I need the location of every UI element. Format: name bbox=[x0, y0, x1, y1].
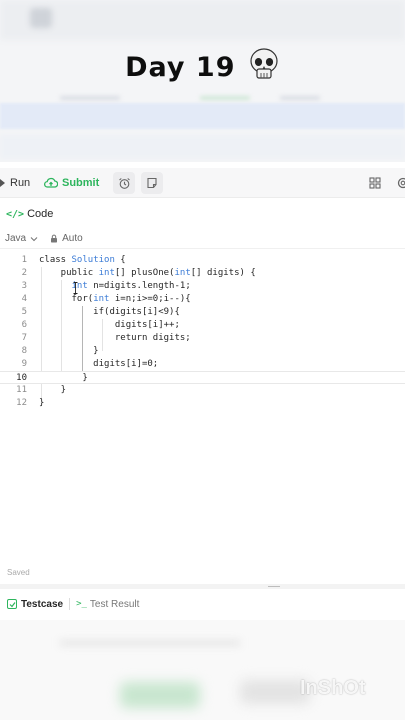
cloud-upload-icon bbox=[44, 177, 58, 188]
tab-test-result[interactable]: >_ Test Result bbox=[76, 599, 139, 610]
save-status: Saved bbox=[7, 568, 30, 577]
blurred-line bbox=[60, 96, 120, 100]
submit-label: Submit bbox=[62, 177, 100, 189]
run-button[interactable]: Run bbox=[0, 172, 30, 194]
line-number: 4 bbox=[21, 294, 27, 304]
auto-mode-label: Auto bbox=[62, 233, 83, 244]
alarm-button[interactable] bbox=[113, 172, 135, 194]
blurred-line bbox=[60, 640, 240, 646]
code-text: for(int i=n;i>=0;i--){ bbox=[39, 294, 191, 304]
blurred-console-area bbox=[0, 620, 405, 720]
code-text: digits[i]++; bbox=[39, 320, 180, 330]
run-label: Run bbox=[10, 177, 31, 189]
code-line[interactable]: 6 digits[i]++; bbox=[0, 319, 405, 332]
code-text: class Solution { bbox=[39, 255, 126, 265]
line-number: 3 bbox=[21, 281, 27, 291]
skull-icon bbox=[250, 48, 278, 79]
blurred-nav-bar bbox=[0, 0, 405, 40]
terminal-icon: >_ bbox=[76, 599, 87, 609]
code-line[interactable]: 8 } bbox=[0, 345, 405, 358]
lock-icon bbox=[51, 234, 58, 243]
blurred-line bbox=[280, 96, 320, 100]
code-text: } bbox=[39, 346, 99, 356]
blurred-strip bbox=[0, 135, 405, 159]
line-number: 2 bbox=[21, 268, 27, 278]
day-title-overlay: Day 19 bbox=[0, 48, 405, 83]
code-text: if(digits[i]<9){ bbox=[39, 307, 180, 317]
note-icon bbox=[147, 177, 157, 189]
code-panel-title: Code bbox=[27, 208, 54, 220]
submit-button[interactable]: Submit bbox=[44, 172, 99, 194]
blurred-line bbox=[200, 96, 250, 100]
language-label: Java bbox=[5, 233, 27, 244]
code-text: return digits; bbox=[39, 333, 191, 343]
layout-grid-icon[interactable] bbox=[368, 176, 382, 190]
day-title-text: Day 19 bbox=[125, 52, 236, 83]
line-number: 1 bbox=[21, 255, 27, 265]
tab-divider bbox=[69, 598, 71, 610]
code-line[interactable]: 11 } bbox=[0, 384, 405, 397]
tab-testcase-label: Testcase bbox=[21, 598, 64, 610]
code-line[interactable]: 2 public int[] plusOne(int[] digits) { bbox=[0, 267, 405, 280]
chevron-down-icon bbox=[30, 236, 38, 241]
gear-icon[interactable] bbox=[396, 176, 405, 190]
line-number: 11 bbox=[16, 385, 27, 395]
line-number: 8 bbox=[21, 346, 27, 356]
language-select[interactable]: Java bbox=[5, 233, 38, 244]
blurred-button bbox=[120, 682, 200, 708]
code-text: digits[i]=0; bbox=[39, 359, 159, 369]
tab-testcase[interactable]: Testcase bbox=[7, 599, 63, 610]
checkbox-icon bbox=[7, 599, 17, 609]
text-cursor-icon bbox=[73, 282, 78, 294]
alarm-clock-icon bbox=[118, 177, 130, 189]
code-icon: </> bbox=[6, 208, 25, 220]
notes-button[interactable] bbox=[141, 172, 163, 194]
editor-toolbar: Run Submit bbox=[0, 168, 405, 198]
play-icon bbox=[0, 179, 5, 187]
code-text: } bbox=[39, 398, 45, 408]
auto-mode-toggle[interactable]: Auto bbox=[50, 233, 83, 244]
line-number: 5 bbox=[21, 307, 27, 317]
line-number: 12 bbox=[16, 398, 27, 408]
code-line[interactable]: 7 return digits; bbox=[0, 332, 405, 345]
splitter-grip[interactable] bbox=[268, 586, 280, 587]
line-number: 7 bbox=[21, 333, 27, 343]
code-line[interactable]: 12} bbox=[0, 397, 405, 410]
code-line[interactable]: 10 } bbox=[0, 371, 405, 384]
line-number: 6 bbox=[21, 320, 27, 330]
code-line[interactable]: 5 if(digits[i]<9){ bbox=[0, 306, 405, 319]
code-editor[interactable]: 1 class Solution { 2 public int[] plusOne(… bbox=[0, 254, 405, 554]
code-text: } bbox=[39, 385, 67, 395]
code-text: public int[] plusOne(int[] digits) { bbox=[39, 268, 256, 278]
code-line[interactable]: 9 digits[i]=0; bbox=[0, 358, 405, 371]
code-text: int n=digits.length-1; bbox=[71, 281, 191, 291]
check-icon bbox=[9, 601, 15, 607]
blurred-nav-icon bbox=[30, 8, 52, 28]
panel-splitter[interactable] bbox=[0, 584, 405, 589]
code-line[interactable]: 3 int n=digits.length-1; bbox=[0, 280, 405, 293]
code-panel-header: </> Code bbox=[0, 203, 405, 225]
console-tabs: Testcase >_ Test Result bbox=[0, 594, 405, 614]
code-line[interactable]: 4 for(int i=n;i>=0;i--){ bbox=[0, 293, 405, 306]
inshot-watermark: InShOt bbox=[300, 677, 366, 699]
code-line[interactable]: 1 class Solution { bbox=[0, 254, 405, 267]
blurred-banner bbox=[0, 103, 405, 129]
line-number: 9 bbox=[21, 359, 27, 369]
tab-test-result-label: Test Result bbox=[89, 598, 140, 610]
editor-options-row: Java Auto bbox=[0, 229, 405, 249]
